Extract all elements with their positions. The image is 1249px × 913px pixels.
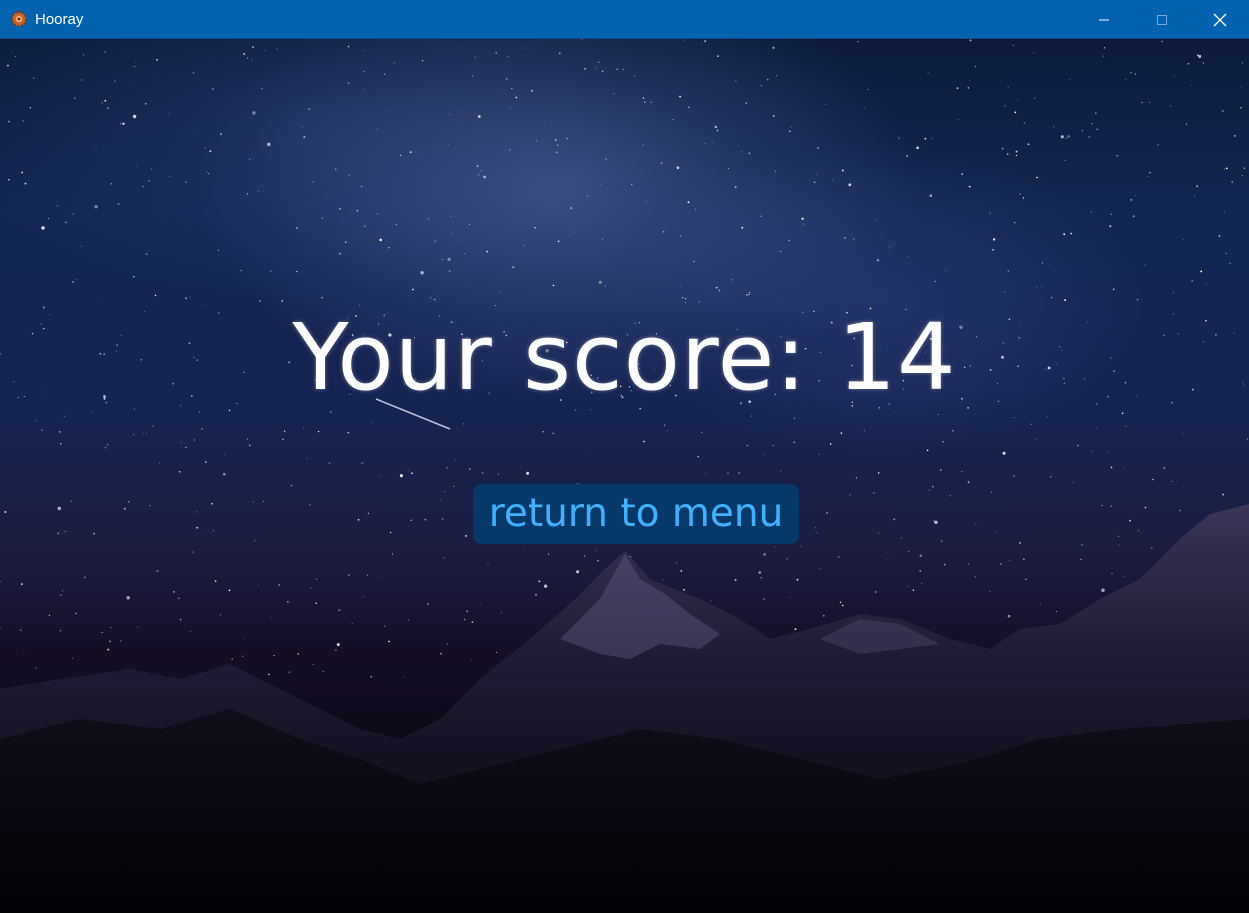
night-sky-background: Your score: 14 return to menu [0, 39, 1249, 913]
caption-buttons [1075, 0, 1249, 39]
window-title: Hooray [35, 10, 84, 28]
score-display: Your score: 14 [292, 304, 957, 411]
game-window: Hooray Your score: 14 return to menu [0, 0, 1249, 913]
return-to-menu-button[interactable]: return to menu [473, 484, 799, 544]
mountain-silhouette [0, 398, 1249, 913]
title-bar[interactable]: Hooray [0, 0, 1249, 39]
maximize-icon [1156, 14, 1168, 26]
close-icon [1213, 13, 1227, 27]
gear-app-icon [10, 10, 28, 28]
minimize-icon [1098, 14, 1110, 26]
close-button[interactable] [1191, 0, 1249, 39]
maximize-button[interactable] [1133, 0, 1191, 39]
minimize-button[interactable] [1075, 0, 1133, 39]
